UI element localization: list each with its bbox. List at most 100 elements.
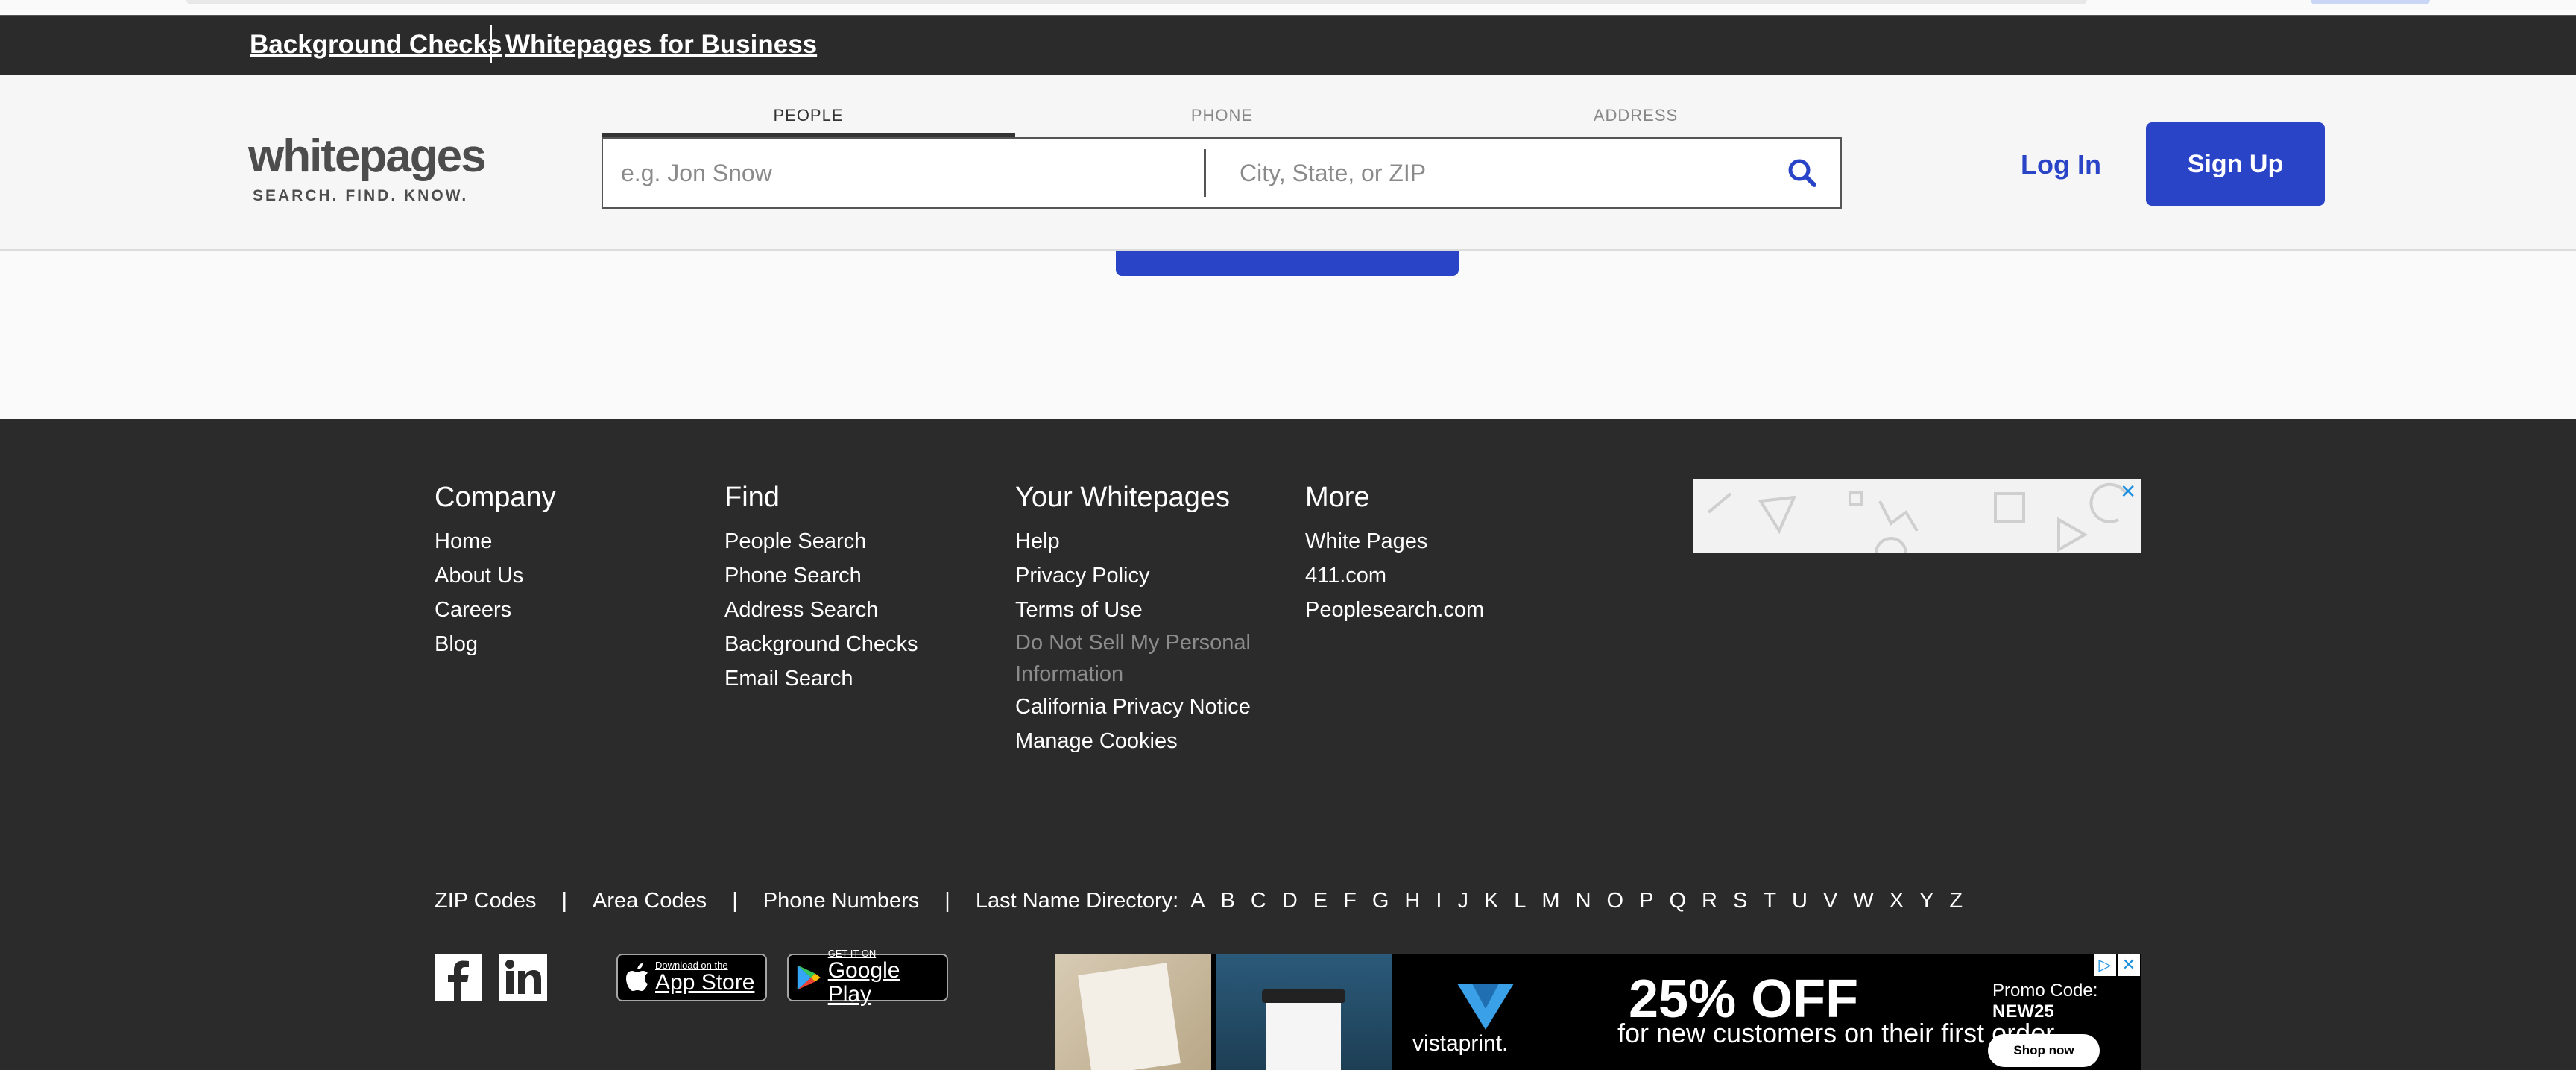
promo-code-value: NEW25 [1992,1001,2054,1022]
letter-link[interactable]: C [1251,889,1266,913]
tab-people[interactable]: PEOPLE [602,106,1015,137]
search-field-divider [1204,149,1206,197]
footer-link-do-not-sell[interactable]: Do Not Sell My Personal Information [1015,627,1269,690]
name-search-input[interactable] [621,139,1187,207]
tab-address[interactable]: ADDRESS [1429,106,1843,137]
linkedin-icon[interactable] [499,954,547,1001]
letter-link[interactable]: I [1436,889,1442,913]
toolbar-button-edge [2311,0,2430,4]
footer-link-privacy-policy[interactable]: Privacy Policy [1015,558,1269,593]
promo-code: Promo Code: NEW25 [1992,981,2097,1022]
letter-link[interactable]: U [1792,889,1808,913]
footer-link-white-pages[interactable]: White Pages [1305,524,1484,558]
search-icon[interactable] [1784,155,1820,191]
directory-links-row: ZIP Codes | Area Codes | Phone Numbers |… [435,889,1978,913]
ad-subline: for new customers on their first order [1617,1018,2055,1048]
logo-tagline: SEARCH. FIND. KNOW. [253,187,469,204]
vistaprint-logo-icon [1457,984,1514,1030]
apple-icon [626,963,648,991]
directory-separator: | [561,889,568,913]
location-search-input[interactable] [1240,139,1761,207]
footer-link-people-search[interactable]: People Search [724,524,918,558]
footer-link-411[interactable]: 411.com [1305,558,1484,593]
ad-close-icon[interactable]: ✕ [2120,480,2136,503]
footer-link-peoplesearch[interactable]: Peoplesearch.com [1305,593,1484,627]
letter-link[interactable]: R [1702,889,1717,913]
letter-link[interactable]: P [1639,889,1653,913]
top-utility-bar: Background Checks Whitepages for Busines… [0,15,2576,75]
ad-photo-coffee [1216,954,1392,1070]
app-store-badge[interactable]: Download on the App Store [616,954,767,1001]
letter-link[interactable]: T [1763,889,1776,913]
letter-link[interactable]: D [1282,889,1298,913]
facebook-icon[interactable] [435,954,482,1001]
letter-link[interactable]: J [1457,889,1468,913]
letter-link[interactable]: Y [1919,889,1933,913]
footer-link-home[interactable]: Home [435,524,556,558]
ad-choices-icon[interactable]: ▷ [2094,954,2116,976]
letter-link[interactable]: K [1484,889,1498,913]
google-play-small-text: GET IT ON [827,948,877,959]
letter-link[interactable]: O [1607,889,1624,913]
letter-link[interactable]: A [1190,889,1205,913]
browser-chrome-strip [0,0,2576,15]
app-store-small-text: Download on the [655,960,728,971]
letter-link[interactable]: Z [1949,889,1963,913]
app-store-big-text: App Store [655,970,755,995]
footer-link-terms-of-use[interactable]: Terms of Use [1015,593,1269,627]
whitepages-logo[interactable]: whitepages SEARCH. FIND. KNOW. [248,130,487,205]
ad-photo-menu [1055,954,1211,1070]
footer-link-careers[interactable]: Careers [435,593,556,627]
footer-link-address-search[interactable]: Address Search [724,593,918,627]
ad-placeholder-pattern [1707,482,2127,553]
ad-close-icon[interactable]: ✕ [2118,954,2140,976]
footer-link-california-privacy[interactable]: California Privacy Notice [1015,690,1269,724]
footer-link-blog[interactable]: Blog [435,627,556,661]
footer-heading: Your Whitepages [1015,482,1231,513]
sign-up-button[interactable]: Sign Up [2146,122,2325,206]
footer-column-company: Company Home About Us Careers Blog [435,482,556,661]
letter-link[interactable]: Q [1669,889,1686,913]
directory-separator: | [944,889,950,913]
phone-numbers-link[interactable]: Phone Numbers [763,889,920,913]
letter-link[interactable]: H [1404,889,1420,913]
letter-link[interactable]: S [1733,889,1747,913]
footer-column-find: Find People Search Phone Search Address … [724,482,918,696]
letter-link[interactable]: B [1221,889,1235,913]
last-name-directory-label: Last Name Directory: [975,889,1179,913]
log-in-link[interactable]: Log In [2021,149,2101,180]
zip-codes-link[interactable]: ZIP Codes [435,889,536,913]
footer-heading: Company [435,482,556,513]
letter-link[interactable]: W [1853,889,1873,913]
background-checks-link[interactable]: Background Checks [250,30,502,60]
advertisement-banner[interactable]: ✕ [1693,479,2141,553]
google-play-big-text: Google Play [827,958,900,1007]
letter-link[interactable]: N [1576,889,1591,913]
letter-link[interactable]: M [1541,889,1559,913]
footer-link-about-us[interactable]: About Us [435,558,556,593]
letter-link[interactable]: V [1823,889,1837,913]
letter-link[interactable]: X [1890,889,1904,913]
vistaprint-advertisement[interactable]: vistaprint. 25% OFF for new customers on… [1055,954,2141,1070]
area-codes-link[interactable]: Area Codes [593,889,707,913]
footer-column-your-whitepages: Your Whitepages Help Privacy Policy Term… [1015,482,1269,758]
letter-link[interactable]: G [1372,889,1389,913]
people-search-form [602,137,1842,209]
tab-phone[interactable]: PHONE [1015,106,1429,137]
footer-heading: More [1305,482,1370,513]
address-bar-edge [186,0,2087,4]
footer-link-help[interactable]: Help [1015,524,1269,558]
letter-link[interactable]: L [1514,889,1526,913]
footer-link-manage-cookies[interactable]: Manage Cookies [1015,724,1269,758]
footer-link-background-checks[interactable]: Background Checks [724,627,918,661]
letter-link[interactable]: F [1343,889,1357,913]
whitepages-business-link[interactable]: Whitepages for Business [505,30,817,60]
topbar-divider [490,25,492,63]
footer-link-email-search[interactable]: Email Search [724,661,918,696]
google-play-badge[interactable]: GET IT ON Google Play [787,948,948,1007]
directory-separator: | [732,889,738,913]
footer-link-phone-search[interactable]: Phone Search [724,558,918,593]
footer-column-more: More White Pages 411.com Peoplesearch.co… [1305,482,1484,627]
shop-now-button[interactable]: Shop now [1988,1034,2100,1067]
letter-link[interactable]: E [1313,889,1328,913]
